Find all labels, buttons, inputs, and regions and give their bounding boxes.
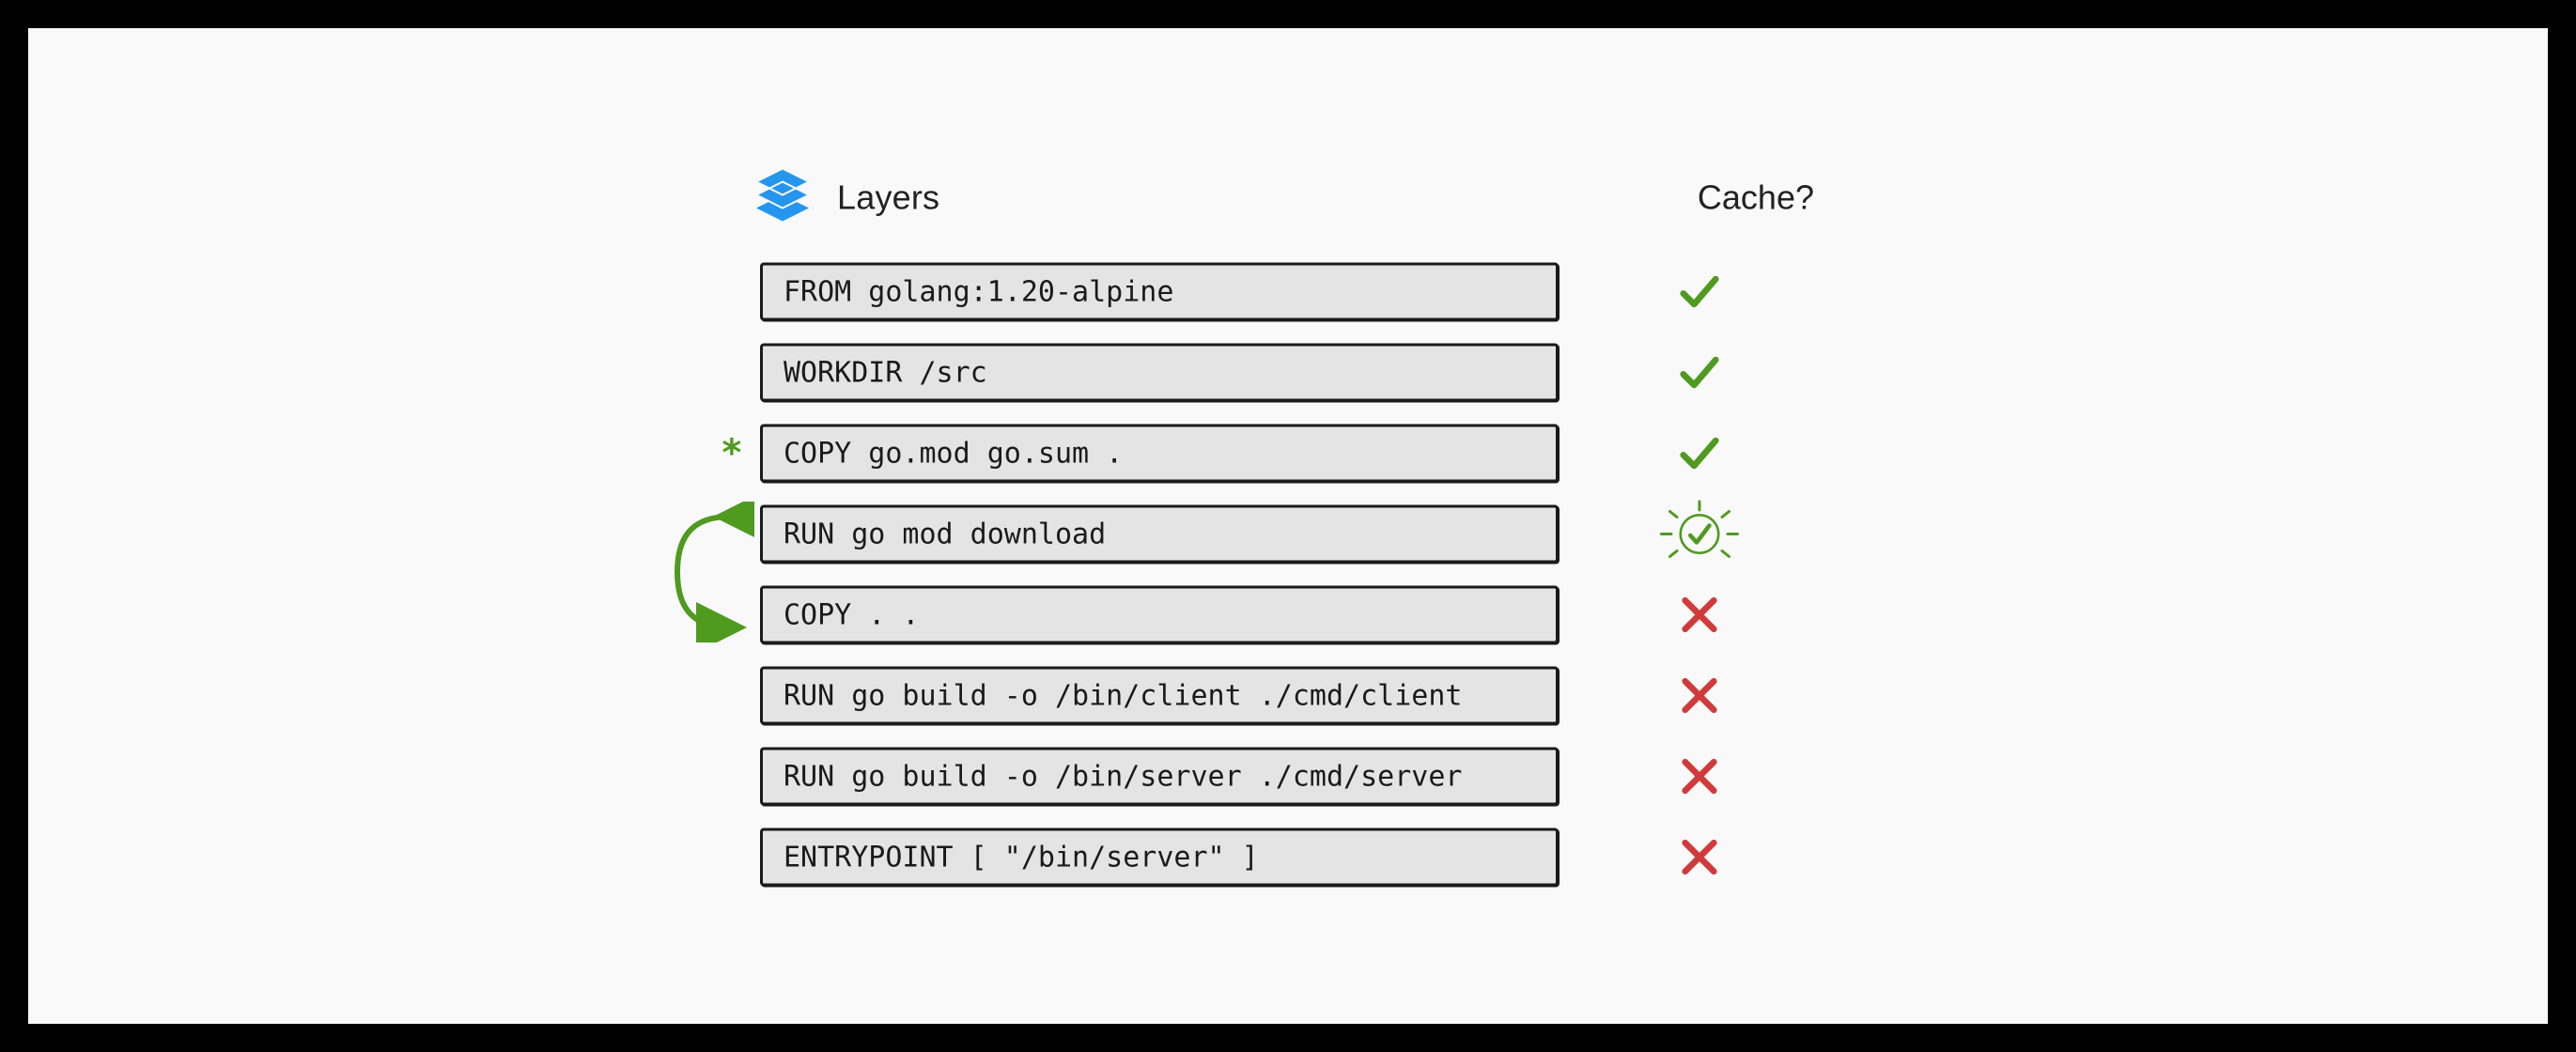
layer-row: * COPY go.mod go.sum .	[677, 424, 1899, 484]
layer-text: ENTRYPOINT [ "/bin/server" ]	[784, 841, 1259, 874]
cache-status-miss	[1596, 838, 1803, 877]
layer-box: FROM golang:1.20-alpine	[760, 263, 1559, 321]
layer-box: ENTRYPOINT [ "/bin/server" ]	[760, 828, 1559, 887]
layer-box: RUN go build -o /bin/client ./cmd/client	[760, 667, 1559, 725]
layer-text: FROM golang:1.20-alpine	[784, 275, 1173, 308]
cache-heading: Cache?	[1698, 178, 1814, 217]
layer-text: RUN go build -o /bin/server ./cmd/server	[784, 760, 1462, 793]
cache-status-hit	[1596, 432, 1803, 475]
layer-row: COPY . .	[677, 585, 1899, 645]
layer-text: WORKDIR /src	[784, 356, 987, 389]
layer-row: ENTRYPOINT [ "/bin/server" ]	[677, 828, 1899, 888]
layer-text: RUN go build -o /bin/client ./cmd/client	[784, 679, 1462, 712]
layers-heading: Layers	[837, 178, 939, 217]
row-gutter: *	[677, 432, 760, 475]
layers-stack-icon	[749, 165, 816, 230]
layer-text: COPY go.mod go.sum .	[784, 437, 1123, 470]
layer-text: COPY . .	[784, 598, 920, 631]
cache-status-hit-highlight	[1596, 492, 1803, 577]
layer-row: RUN go build -o /bin/client ./cmd/client	[677, 666, 1899, 726]
layer-text: RUN go mod download	[784, 518, 1106, 550]
cache-status-miss	[1596, 596, 1803, 635]
layer-row: RUN go mod download	[677, 504, 1899, 565]
layer-box: RUN go mod download	[760, 505, 1559, 564]
layer-box: RUN go build -o /bin/server ./cmd/server	[760, 748, 1559, 806]
diagram-canvas: Layers Cache? FROM golang:1.20-alpine WO…	[677, 165, 1899, 888]
layer-box: WORKDIR /src	[760, 344, 1559, 402]
cache-status-hit	[1596, 271, 1803, 314]
cache-status-hit	[1596, 351, 1803, 394]
highlight-badge	[1657, 492, 1742, 577]
cache-status-miss	[1596, 676, 1803, 716]
layer-box: COPY . .	[760, 586, 1559, 644]
cache-status-miss	[1596, 757, 1803, 797]
header-row: Layers Cache?	[677, 165, 1899, 230]
layer-rows: FROM golang:1.20-alpine WORKDIR /src *	[677, 262, 1899, 888]
layer-row: RUN go build -o /bin/server ./cmd/server	[677, 747, 1899, 807]
asterisk-marker-icon: *	[721, 432, 743, 475]
diagram-frame: Layers Cache? FROM golang:1.20-alpine WO…	[28, 28, 2548, 1024]
layer-row: WORKDIR /src	[677, 343, 1899, 403]
layer-row: FROM golang:1.20-alpine	[677, 262, 1899, 322]
layer-box: COPY go.mod go.sum .	[760, 425, 1559, 483]
